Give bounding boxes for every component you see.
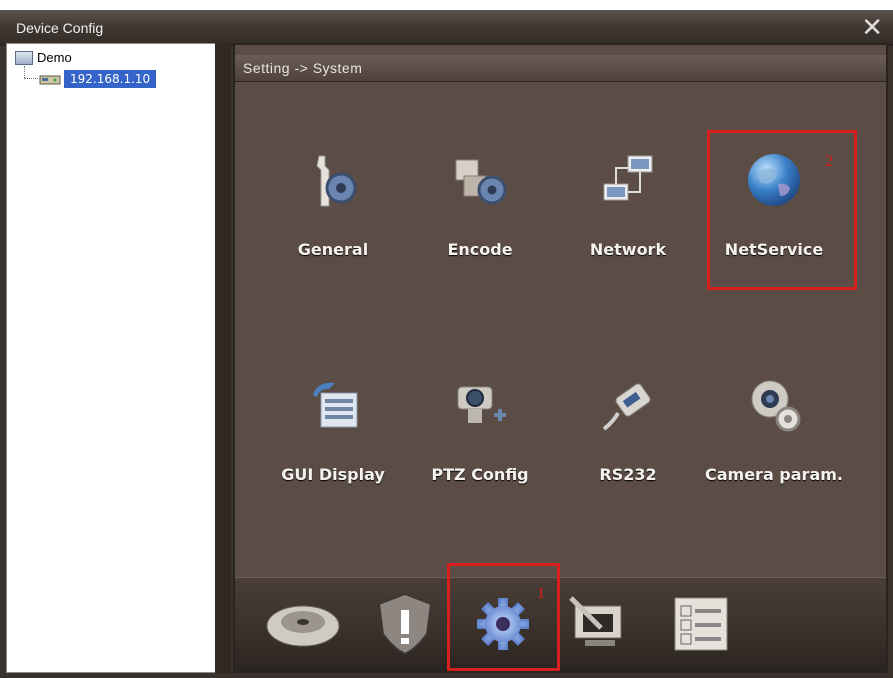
settings-panel: Setting -> System General Encode Network [233, 43, 888, 673]
tree-root-item[interactable]: Demo [15, 50, 72, 65]
setting-general[interactable]: General [273, 150, 393, 280]
setting-ptz-config-label: PTZ Config [431, 465, 529, 484]
setting-rs232-label: RS232 [599, 465, 657, 484]
tab-tools[interactable] [561, 588, 641, 658]
tools-computer-icon [569, 596, 622, 646]
setting-gui-display[interactable]: GUI Display [273, 375, 393, 505]
dvr-device-icon [39, 75, 61, 85]
setting-camera-param-label: Camera param. [704, 465, 843, 484]
category-tab-bar [235, 577, 886, 672]
device-group-icon [15, 50, 33, 65]
system-tab-highlight-box [447, 563, 560, 671]
ptz-camera-icon [457, 386, 506, 423]
tree-root-label: Demo [37, 50, 72, 65]
setting-general-label: General [297, 240, 369, 259]
setting-rs232[interactable]: RS232 [568, 375, 688, 505]
setting-network-label: Network [589, 240, 667, 259]
callout-number-1: 1 [537, 585, 545, 602]
setting-camera-param[interactable]: Camera param. [705, 375, 843, 505]
setting-gui-display-label: GUI Display [281, 465, 385, 484]
device-tree: Demo 192.168.1.10 [6, 43, 218, 673]
breadcrumb: Setting -> System [243, 60, 363, 76]
puzzle-gear-icon [455, 159, 507, 205]
setting-encode[interactable]: Encode [420, 150, 540, 280]
breadcrumb-bar: Setting -> System [235, 55, 886, 82]
serial-cable-icon [602, 383, 651, 431]
close-icon[interactable]: ✕ [861, 14, 883, 40]
callout-number-2: 2 [825, 153, 833, 170]
hard-disk-icon [266, 605, 340, 647]
netservice-highlight-box [707, 130, 857, 290]
webcam-gear-icon [751, 380, 801, 432]
tab-storage[interactable] [263, 588, 343, 658]
title-bar: Device Config ✕ [0, 10, 893, 46]
setting-encode-label: Encode [447, 240, 513, 259]
window-title: Device Config [16, 20, 104, 36]
setting-network[interactable]: Network [568, 150, 688, 280]
tree-item-label: 192.168.1.10 [64, 70, 157, 88]
tree-item-device[interactable]: 192.168.1.10 [39, 70, 157, 88]
network-computers-icon [603, 155, 653, 201]
tab-info[interactable] [661, 588, 741, 658]
tree-connector [24, 66, 26, 78]
panel-divider [215, 43, 231, 673]
shield-alert-icon [377, 592, 433, 656]
display-list-icon [313, 382, 358, 428]
wrench-gear-icon [316, 155, 357, 207]
tree-connector [24, 78, 38, 80]
checklist-icon [674, 597, 728, 651]
setting-ptz-config[interactable]: PTZ Config [420, 375, 540, 505]
tab-alarm[interactable] [365, 588, 445, 658]
